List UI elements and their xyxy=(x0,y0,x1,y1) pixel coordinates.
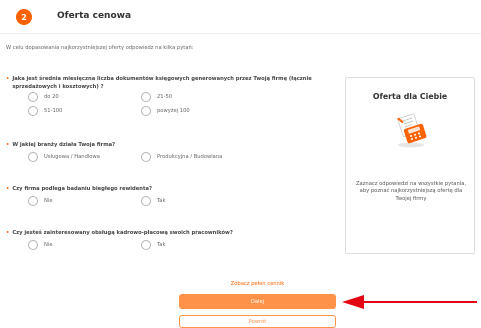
next-button[interactable]: Dalej xyxy=(179,294,336,309)
radio-button[interactable] xyxy=(141,92,151,102)
radio-button[interactable] xyxy=(28,106,38,116)
bullet-icon: • xyxy=(6,230,10,236)
question-text: Czy firma podlega badaniu biegłego rewid… xyxy=(12,186,152,192)
radio-button[interactable] xyxy=(141,239,151,250)
step-number-badge: 2 xyxy=(16,9,32,25)
option-payroll-tak[interactable]: Tak xyxy=(141,239,166,250)
option-label: 51-100 xyxy=(44,108,63,114)
option-label: Produkcyjna / Budowlana xyxy=(157,153,223,160)
question-text: Czy jesteś zainteresowany obsługą kadrow… xyxy=(12,230,233,236)
option-audit-tak[interactable]: Tak xyxy=(141,195,166,206)
radio-button[interactable] xyxy=(28,195,38,206)
option-label: powyżej 100 xyxy=(157,108,190,114)
radio-button[interactable] xyxy=(28,92,38,102)
question-text: Jaka jest średnia miesięczna liczba doku… xyxy=(12,76,312,90)
radio-button[interactable] xyxy=(141,151,151,162)
question-industry: • W jakiej branży działa Twoja firma? Usł… xyxy=(6,142,336,162)
calculator-receipt-icon xyxy=(397,113,427,148)
option-label: Nie xyxy=(44,241,53,248)
radio-button[interactable] xyxy=(28,239,38,250)
radio-button[interactable] xyxy=(28,151,38,162)
radio-button[interactable] xyxy=(141,106,151,116)
bullet-icon: • xyxy=(6,186,10,192)
option-label: Nie xyxy=(44,197,53,204)
question-documents: • Jaka jest średnia miesięczna liczba dok… xyxy=(6,76,336,118)
red-arrow-annotation xyxy=(342,295,477,309)
option-label: 21-50 xyxy=(157,94,173,100)
option-do-20[interactable]: do 20 xyxy=(28,92,59,102)
offer-title: Oferta dla Ciebie xyxy=(372,92,448,101)
question-audit: • Czy firma podlega badaniu biegłego rewi… xyxy=(6,186,336,206)
option-audit-nie[interactable]: Nie xyxy=(28,195,53,206)
bullet-icon: • xyxy=(6,142,10,148)
offer-description: Zaznacz odpowiedzi na wszystkie pytania,… xyxy=(355,181,467,202)
question-text: W jakiej branży działa Twoja firma? xyxy=(12,142,116,148)
price-list-link[interactable]: Zobacz pełen cennik xyxy=(179,281,336,287)
intro-text: W celu dopasowania najkorzystniejszej of… xyxy=(6,45,194,51)
option-21-50[interactable]: 21-50 xyxy=(141,92,172,102)
option-51-100[interactable]: 51-100 xyxy=(28,106,62,116)
option-label: do 20 xyxy=(44,94,59,100)
option-powyzej-100[interactable]: powyżej 100 xyxy=(141,106,190,116)
option-payroll-nie[interactable]: Nie xyxy=(28,239,53,250)
option-produkcyjna-budowlana[interactable]: Produkcyjna / Budowlana xyxy=(141,151,223,162)
option-uslugowa-handlowa[interactable]: Usługowa / Handlowa xyxy=(28,151,100,162)
step-title: Oferta cenowa xyxy=(57,11,132,21)
bullet-icon: • xyxy=(6,76,10,82)
back-button[interactable]: Powrót xyxy=(179,315,336,328)
option-label: Tak xyxy=(157,241,166,248)
radio-button[interactable] xyxy=(141,195,151,206)
question-payroll: • Czy jesteś zainteresowany obsługą kadro… xyxy=(6,230,336,250)
step-header: 2 Oferta cenowa xyxy=(0,0,481,34)
option-label: Usługowa / Handlowa xyxy=(44,153,100,160)
offer-card: Oferta dla Ciebie Zaznacz odpowiedzi na … xyxy=(345,77,475,254)
option-label: Tak xyxy=(157,197,166,204)
